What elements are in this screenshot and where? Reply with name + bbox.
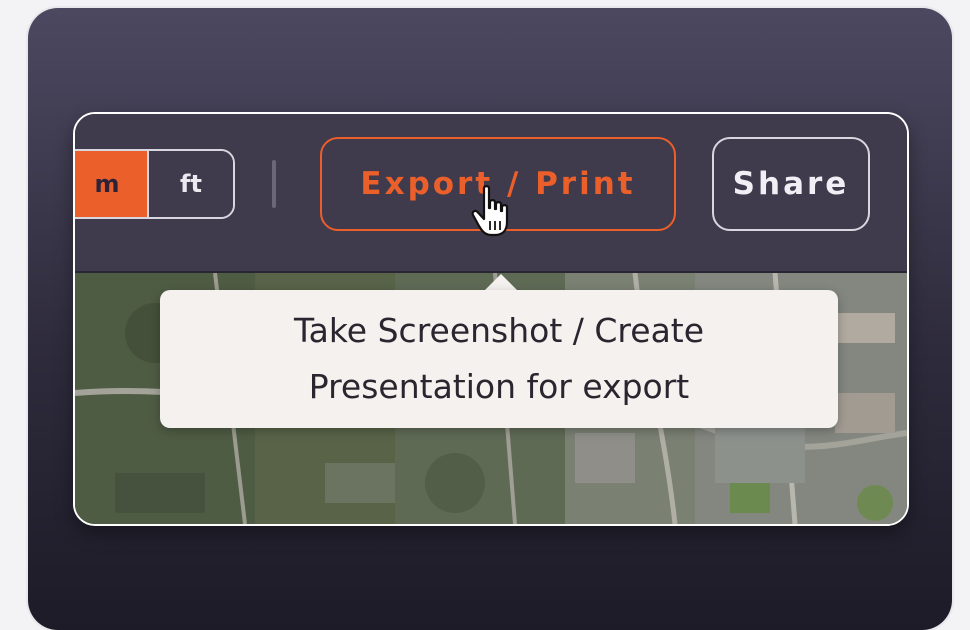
hand-pointer-icon	[471, 185, 509, 237]
unit-metric-button[interactable]: m	[75, 151, 147, 217]
tooltip-line-1: Take Screenshot / Create	[293, 311, 705, 350]
window-background: m ft Export / Print Share Take Screensho…	[28, 8, 952, 630]
toolbar: m ft Export / Print Share	[75, 114, 907, 273]
app-frame: m ft Export / Print Share Take Screensho…	[73, 112, 909, 526]
share-button[interactable]: Share	[712, 137, 870, 231]
tooltip-line-2: Presentation for export	[308, 367, 690, 406]
unit-toggle: m ft	[75, 149, 235, 219]
export-tooltip: Take Screenshot / Create Presentation fo…	[160, 290, 838, 428]
toolbar-divider	[272, 160, 276, 208]
unit-imperial-button[interactable]: ft	[147, 151, 233, 217]
